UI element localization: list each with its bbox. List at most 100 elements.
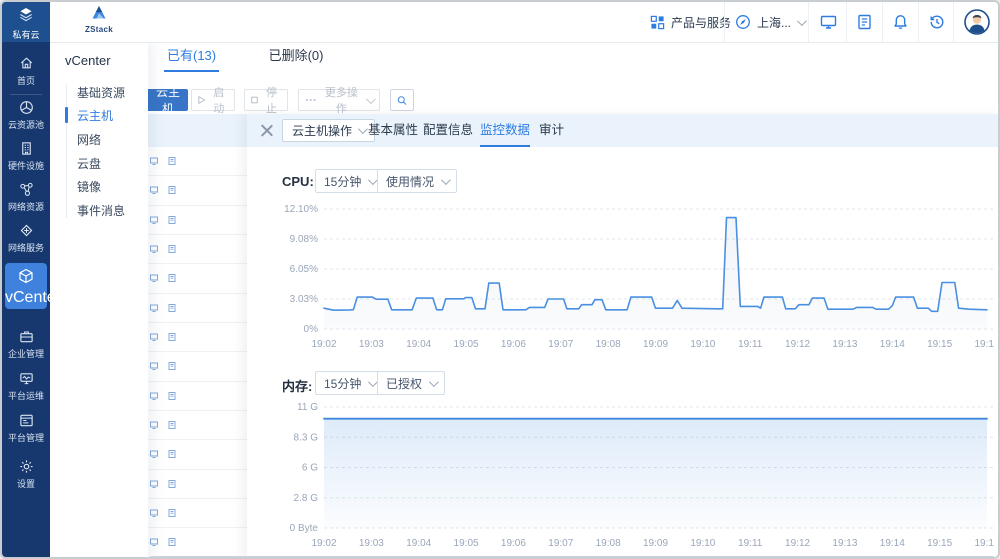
close-icon[interactable] [259,123,274,138]
drawer-item-network[interactable]: 网络 [77,131,101,147]
sidebar-item-label: vCenter [5,289,61,306]
tab-config-info[interactable]: 配置信息 [423,114,473,147]
cpu-period-select[interactable]: 15分钟 [315,169,384,193]
list-item[interactable] [148,440,247,469]
tab-audit[interactable]: 审计 [539,114,564,147]
history-button[interactable] [929,14,945,35]
svg-text:19:11: 19:11 [738,339,763,350]
monitor-icon [820,14,837,30]
svg-text:6 G: 6 G [302,463,318,474]
notifications-button[interactable] [893,14,908,35]
list-item[interactable] [148,528,247,556]
vm-actions-button[interactable]: 云主机操作 [282,119,375,142]
search-button[interactable] [390,89,414,111]
vcenter-drawer: vCenter 基础资源 云主机 网络 云盘 镜像 事件消息 [50,42,148,559]
start-vm-button[interactable]: 启动 [191,89,235,111]
svg-text:11 G: 11 G [297,402,318,413]
vm-detail-panel: 云主机操作 基本属性 配置信息 监控数据 审计 CPU: 15分钟 使用情况 1… [247,114,1000,559]
sidebar-item-enterprise[interactable]: 企业管理 [2,329,50,360]
products-services-button[interactable]: 产品与服务 [650,2,731,42]
vm-console-icon [150,304,158,312]
list-item[interactable] [148,411,247,440]
create-vm-button[interactable]: 云主机 [148,89,188,111]
sidebar-item-resource-pool[interactable]: 云资源池 [2,100,50,131]
list-item[interactable] [148,323,247,352]
list-item[interactable] [148,499,247,528]
drawer-item-events[interactable]: 事件消息 [77,202,125,218]
cpu-metric-select[interactable]: 使用情况 [377,169,457,193]
sidebar-item-platform-mgmt[interactable]: 平台管理 [2,413,50,444]
drawer-item-volume[interactable]: 云盘 [77,155,101,171]
grid-icon [650,15,665,30]
more-actions-button[interactable]: 更多操作 [298,89,380,111]
drawer-item-basic-resource[interactable]: 基础资源 [77,84,125,100]
svg-text:19:13: 19:13 [832,339,857,350]
memory-metric-select[interactable]: 已授权 [377,371,445,395]
zstack-logo[interactable]: ZStack [77,5,121,39]
tab-basic-properties[interactable]: 基本属性 [368,114,418,147]
svg-text:19:08: 19:08 [596,339,621,350]
building-icon [19,141,34,156]
user-avatar[interactable] [964,9,990,40]
sidebar-item-settings[interactable]: 设置 [2,459,50,490]
drawer-item-image[interactable]: 镜像 [77,178,101,194]
header-separator [846,2,847,42]
svg-text:2.8 G: 2.8 G [294,493,319,504]
stop-vm-button[interactable]: 停止 [244,89,288,111]
cpu-chart: 12.10%9.08%6.05%3.03%0%19:0219:0319:0419… [282,202,994,354]
tab-existing[interactable]: 已有(13) [164,42,219,72]
sidebar-item-vcenter[interactable]: vCenter [5,263,47,309]
logo-text: ZStack [77,25,121,34]
svg-text:19:14: 19:14 [880,339,905,350]
tab-monitoring-data[interactable]: 监控数据 [480,114,530,147]
header-separator [953,2,954,42]
list-item[interactable] [148,352,247,381]
sidebar-divider [10,94,42,95]
svg-text:19:09: 19:09 [643,339,668,350]
svg-text:19:07: 19:07 [548,538,573,549]
compass-icon [735,14,751,30]
list-item[interactable] [148,235,247,264]
vm-console-icon [150,362,158,370]
home-icon [19,56,34,70]
sidebar-item-hardware[interactable]: 硬件设施 [2,141,50,172]
svg-text:19:09: 19:09 [643,538,668,549]
header-separator [808,2,809,42]
vm-console-icon [150,186,158,194]
console-button[interactable] [820,14,837,35]
primary-sidebar: 私有云 首页 云资源池 硬件设施 网络资源 网络服务 vCenter [2,2,50,559]
top-header: ZStack 产品与服务 上海... [50,2,1000,43]
sidebar-item-home[interactable]: 首页 [2,56,50,87]
sidebar-item-platform-ops[interactable]: 平台运维 [2,371,50,402]
vm-doc-icon [168,538,176,546]
list-item[interactable] [148,147,247,176]
list-item[interactable] [148,294,247,323]
svg-text:19:16: 19:16 [974,538,994,549]
svg-text:19:03: 19:03 [359,339,384,350]
svg-text:6.05%: 6.05% [290,264,318,275]
avatar-icon [964,9,990,35]
vm-console-icon [150,392,158,400]
sidebar-item-network-resource[interactable]: 网络资源 [2,182,50,213]
vm-console-icon [150,450,158,458]
more-dots-icon [305,98,316,102]
list-item[interactable] [148,470,247,499]
region-selector[interactable]: 上海... [735,2,804,42]
list-item[interactable] [148,206,247,235]
list-item[interactable] [148,176,247,205]
list-item[interactable] [148,264,247,293]
vm-table [148,147,247,556]
memory-section-title: 内存: [282,376,312,395]
list-item[interactable] [148,382,247,411]
tab-deleted[interactable]: 已删除(0) [266,42,327,70]
gear-icon [19,459,34,474]
cpu-section-title: CPU: [282,174,314,189]
vm-doc-icon [168,392,176,400]
drawer-item-vm[interactable]: 云主机 [77,107,113,123]
document-button[interactable] [857,14,872,35]
chevron-down-icon [429,377,439,387]
memory-period-select[interactable]: 15分钟 [315,371,384,395]
sidebar-item-network-service[interactable]: 网络服务 [2,223,50,254]
private-cloud-brand[interactable]: 私有云 [2,2,50,42]
vm-console-icon [150,245,158,253]
